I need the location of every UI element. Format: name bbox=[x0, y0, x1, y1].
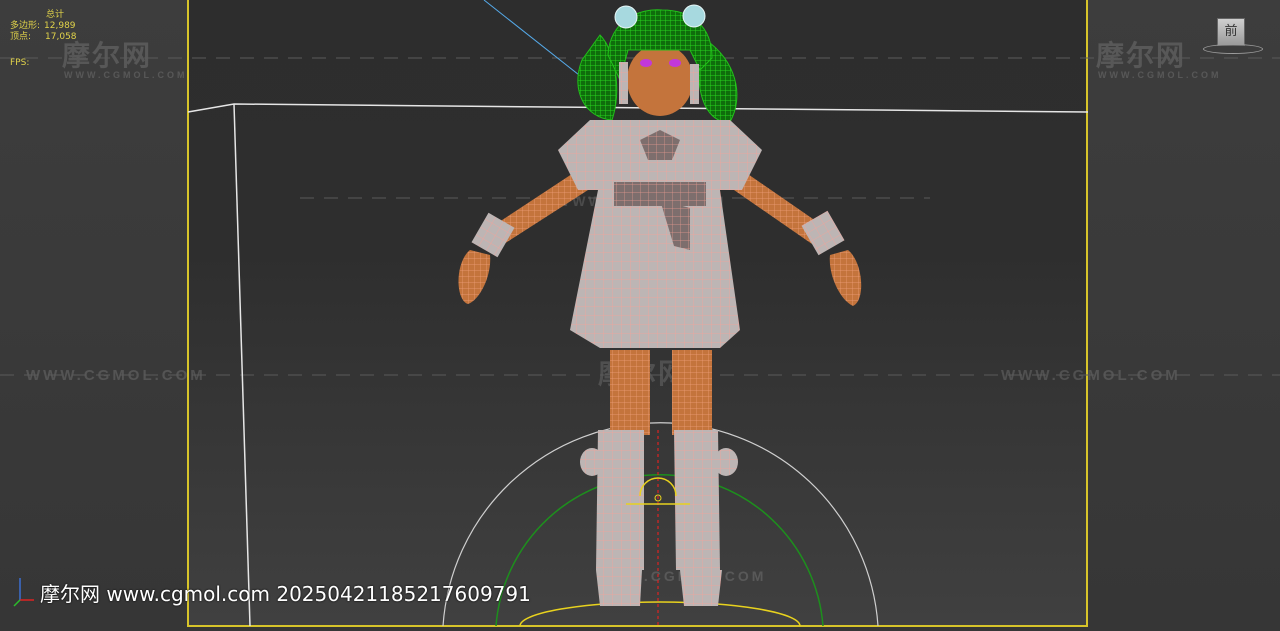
stats-fps-label: FPS: bbox=[10, 58, 30, 68]
viewcube-compass-ring[interactable] bbox=[1203, 44, 1263, 54]
stats-polys-row: 多边形: 12,989 bbox=[10, 21, 77, 32]
stats-title: 总计 bbox=[46, 10, 65, 20]
stats-polys-value: 12,989 bbox=[44, 21, 76, 31]
perspective-viewport[interactable]: 摩尔网 WWW.CGMOL.COM 摩尔网 WWW.CGMOL.COM 摩尔网 … bbox=[0, 0, 1280, 631]
light-target-line bbox=[483, 0, 594, 87]
character-model bbox=[458, 4, 862, 606]
stats-verts-label: 顶点: bbox=[10, 32, 32, 42]
axis-tripod bbox=[13, 578, 34, 607]
viewcube[interactable]: 前 bbox=[1203, 16, 1267, 56]
viewport-statistics: 总计 多边形: 12,989 顶点: 17,058 FPS: bbox=[10, 10, 77, 69]
viewcube-front-face[interactable]: 前 bbox=[1217, 18, 1245, 46]
stats-verts-value: 17,058 bbox=[45, 32, 77, 42]
stats-verts-row: 顶点: 17,058 bbox=[10, 32, 77, 43]
footer-watermark-text: 摩尔网 www.cgmol.com 20250421185217609791 bbox=[40, 582, 531, 606]
stats-polys-label: 多边形: bbox=[10, 21, 41, 31]
scene-canvas bbox=[0, 0, 1280, 627]
